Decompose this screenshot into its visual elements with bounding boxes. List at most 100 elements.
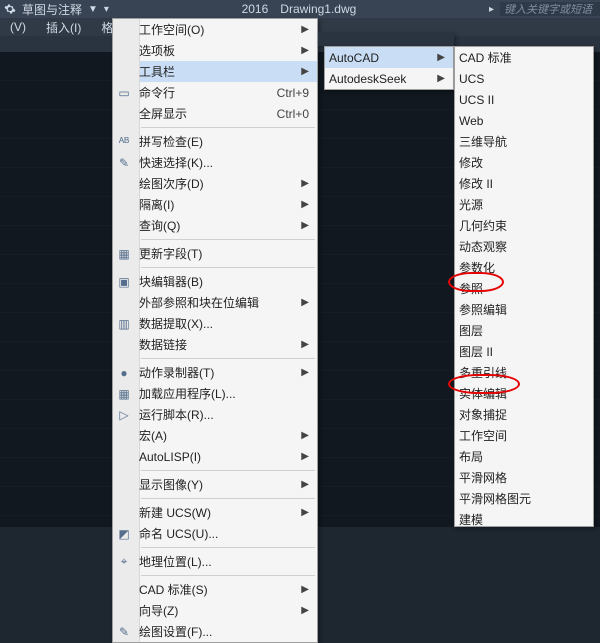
menu-item[interactable]: 建模 (455, 509, 593, 527)
menu-toolbar-sub: AutoCAD▶ AutodeskSeek ▶ (324, 46, 454, 90)
menu-item[interactable]: CAD 标准(S)▶ (113, 579, 317, 600)
menu-item[interactable]: 平滑网格 (455, 467, 593, 488)
menu-item[interactable]: CAD 标准 (455, 47, 593, 68)
menu-item[interactable]: 多重引线 (455, 362, 593, 383)
menu-item[interactable]: ⌖ 地理位置(L)... (113, 551, 317, 572)
menu-item[interactable]: 参数化 (455, 257, 593, 278)
menu-item-label: 命令行 (139, 84, 253, 101)
menu-item[interactable]: AutoCAD▶ (325, 47, 453, 68)
submenu-arrow-icon: ▶ (437, 73, 445, 84)
menu-item-label: 选项板 (139, 42, 291, 59)
menu-item[interactable]: 修改 (455, 152, 593, 173)
menu-item-label: Web (459, 114, 585, 128)
submenu-arrow-icon: ▶ (301, 339, 309, 350)
menu-item[interactable]: 宏(A)▶ (113, 425, 317, 446)
menu-item[interactable]: 查询(Q)▶ (113, 215, 317, 236)
menu-item-label: 图层 II (459, 343, 585, 360)
submenu-arrow-icon: ▶ (301, 430, 309, 441)
menu-item[interactable]: 选项板▶ (113, 40, 317, 61)
menu-tools: 工作空间(O)▶选项板▶工具栏▶▭命令行Ctrl+9全屏显示Ctrl+0ᴬᴮ拼写… (112, 18, 318, 643)
menu-item[interactable]: ▦更新字段(T) (113, 243, 317, 264)
search-input[interactable]: 键入关键字或短语 (500, 2, 600, 16)
menu-item[interactable]: ▷运行脚本(R)... (113, 404, 317, 425)
menu-item[interactable]: 平滑网格图元 (455, 488, 593, 509)
workspace-caption[interactable]: 草图与注释 (22, 1, 82, 18)
menu-item-label: 工具栏 (139, 63, 291, 80)
menu-item-icon: ◩ (113, 527, 135, 541)
menu-item-label: 三维导航 (459, 133, 585, 150)
menu-item-insert[interactable]: 插入(I) (36, 19, 91, 36)
menu-item-label: UCS (459, 72, 585, 86)
menu-item[interactable]: 参照 (455, 278, 593, 299)
menu-item-label: AutodeskSeek (329, 72, 427, 86)
menu-item[interactable]: 动态观察 (455, 236, 593, 257)
submenu-arrow-icon: ▶ (301, 178, 309, 189)
menu-item[interactable]: 工作空间(O)▶ (113, 19, 317, 40)
menu-item[interactable]: ▦加载应用程序(L)... (113, 383, 317, 404)
gear-icon[interactable] (4, 3, 16, 15)
menu-item[interactable]: 工具栏▶ (113, 61, 317, 82)
doc-year: 2016 (242, 2, 269, 16)
menu-separator (141, 547, 315, 548)
menu-autocad-toolbars: CAD 标准 UCS UCS II Web 三维导航修改修改 II 光源几何约束动态观察参… (454, 46, 594, 527)
menu-item[interactable]: 光源 (455, 194, 593, 215)
menu-item[interactable]: (V) (0, 20, 36, 34)
menu-item[interactable]: AutodeskSeek ▶ (325, 68, 453, 89)
menu-item[interactable]: 外部参照和块在位编辑▶ (113, 292, 317, 313)
menu-item[interactable]: 新建 UCS(W)▶ (113, 502, 317, 523)
menu-item[interactable]: 几何约束 (455, 215, 593, 236)
menu-item[interactable]: 显示图像(Y)▶ (113, 474, 317, 495)
menu-item[interactable]: 绘图次序(D) ▶ (113, 173, 317, 194)
menu-item[interactable]: UCS (455, 68, 593, 89)
submenu-arrow-icon: ▶ (301, 605, 309, 616)
menu-item-label: 加载应用程序(L)... (139, 385, 309, 402)
menu-separator (141, 239, 315, 240)
menu-item[interactable]: ▥数据提取(X)... (113, 313, 317, 334)
menu-item-label: 绘图次序(D) (139, 175, 291, 192)
menu-item-label: 动态观察 (459, 238, 585, 255)
menu-item[interactable]: ᴬᴮ拼写检查(E) (113, 131, 317, 152)
menu-item[interactable]: 向导(Z)▶ (113, 600, 317, 621)
title-bar: 草图与注释 ▼ ▾ 2016 Drawing1.dwg ▸ 键入关键字或短语 (0, 0, 600, 18)
menu-item[interactable]: AutoLISP(I)▶ (113, 446, 317, 467)
menu-item[interactable]: 三维导航 (455, 131, 593, 152)
menu-item-label: 修改 II (459, 175, 585, 192)
menu-separator (141, 127, 315, 128)
menu-item-label: 参照编辑 (459, 301, 585, 318)
menu-item[interactable]: ✎快速选择(K)... (113, 152, 317, 173)
menu-item-label: 显示图像(Y) (139, 476, 291, 493)
menu-item[interactable]: ▣块编辑器(B) (113, 271, 317, 292)
menu-item-label: 块编辑器(B) (139, 273, 309, 290)
menu-item-label: 平滑网格图元 (459, 490, 585, 507)
menu-item[interactable]: ✎绘图设置(F)... (113, 621, 317, 642)
submenu-arrow-icon: ▶ (301, 199, 309, 210)
menu-separator (141, 267, 315, 268)
menu-item-label: 工作空间 (459, 427, 585, 444)
menu-item-label: 图层 (459, 322, 585, 339)
menu-item-label: 多重引线 (459, 364, 585, 381)
menu-item[interactable]: 工作空间 (455, 425, 593, 446)
menu-item[interactable]: UCS II (455, 89, 593, 110)
submenu-arrow-icon: ▶ (301, 220, 309, 231)
menu-item-icon: ⌖ (113, 554, 135, 569)
menu-item[interactable]: 数据链接▶ (113, 334, 317, 355)
menu-item-icon: ▥ (113, 317, 135, 331)
menu-item[interactable]: ▭命令行Ctrl+9 (113, 82, 317, 103)
menu-item[interactable]: ●动作录制器(T)▶ (113, 362, 317, 383)
submenu-arrow-icon: ▶ (301, 24, 309, 35)
menu-item[interactable]: 图层 (455, 320, 593, 341)
menu-item[interactable]: 隔离(I)▶ (113, 194, 317, 215)
menu-item[interactable]: Web (455, 110, 593, 131)
menu-item[interactable]: 修改 II (455, 173, 593, 194)
menu-item-label: 地理位置(L)... (139, 553, 309, 570)
chevron-down-icon[interactable]: ▼ (88, 4, 98, 15)
menu-item[interactable]: 实体编辑 (455, 383, 593, 404)
menu-item[interactable]: 对象捕捉 (455, 404, 593, 425)
menu-item[interactable]: 布局 (455, 446, 593, 467)
menu-item[interactable]: 参照编辑 (455, 299, 593, 320)
menu-item[interactable]: 图层 II (455, 341, 593, 362)
menu-item[interactable]: 全屏显示Ctrl+0 (113, 103, 317, 124)
menu-item-label: 建模 (459, 511, 585, 527)
menu-item-label: 运行脚本(R)... (139, 406, 309, 423)
menu-item[interactable]: ◩命名 UCS(U)... (113, 523, 317, 544)
